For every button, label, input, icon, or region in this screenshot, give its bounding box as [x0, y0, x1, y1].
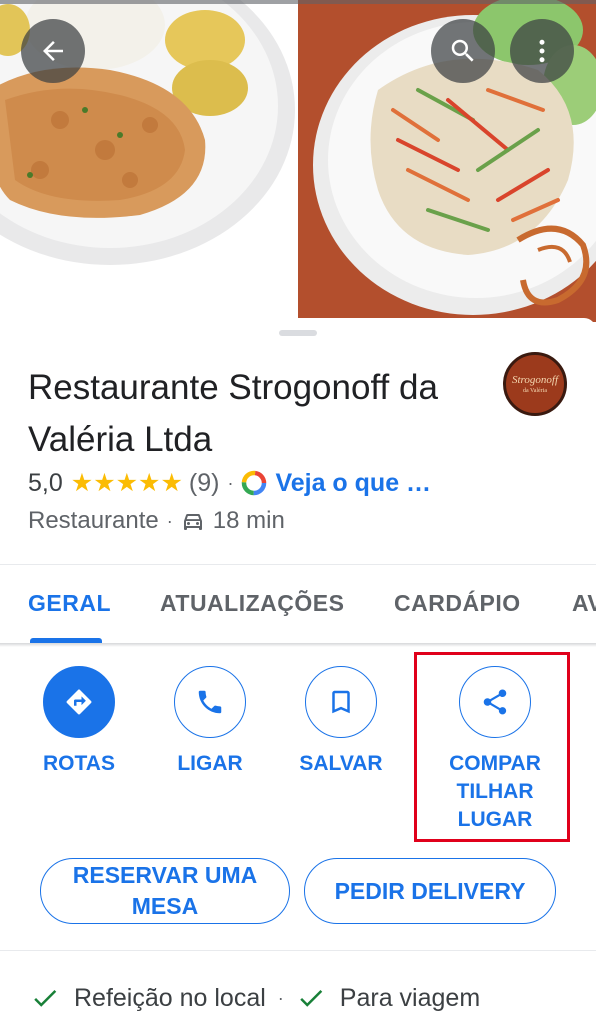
- place-title: Restaurante Strogonoff da Valéria Ltda: [28, 368, 438, 459]
- service-options: Refeição no local · Para viagem: [30, 980, 480, 1016]
- save-label: SALVAR: [299, 752, 383, 775]
- more-options-button[interactable]: [510, 19, 574, 83]
- drive-time: 18 min: [212, 507, 285, 534]
- tab-reviews[interactable]: AVALIAÇÕES: [572, 590, 596, 617]
- place-sheet: Restaurante Strogonoff da Valéria Ltda S…: [0, 318, 596, 1024]
- star-rating: ★ ★ ★ ★ ★: [70, 468, 183, 497]
- tab-updates[interactable]: ATUALIZAÇÕES: [160, 590, 344, 617]
- review-count[interactable]: (9): [189, 469, 220, 498]
- order-delivery-label: PEDIR DELIVERY: [334, 877, 526, 904]
- arrow-back-icon: [43, 41, 63, 61]
- search-button[interactable]: [431, 19, 495, 83]
- directions-circle[interactable]: [43, 666, 115, 738]
- dine-in-option: Refeição no local: [74, 983, 266, 1012]
- separator-dot: ·: [227, 472, 234, 493]
- star-icon: ★: [138, 468, 161, 497]
- check-icon: [300, 989, 323, 1007]
- bookmark-icon: [332, 690, 350, 714]
- call-label: LIGAR: [177, 752, 243, 775]
- place-category: Restaurante: [28, 507, 159, 534]
- save-circle[interactable]: [305, 666, 377, 738]
- check-icon: [34, 989, 57, 1007]
- category-row: Restaurante · 18 min: [28, 504, 285, 538]
- tab-overview[interactable]: GERAL: [28, 590, 111, 617]
- call-button[interactable]: LIGAR: [145, 666, 275, 778]
- star-icon: ★: [70, 468, 94, 497]
- takeout-option: Para viagem: [339, 983, 481, 1012]
- logo-text: Strogonoff: [511, 374, 559, 386]
- save-button[interactable]: SALVAR: [276, 666, 406, 778]
- tab-shadow: [0, 643, 596, 647]
- call-circle[interactable]: [174, 666, 246, 738]
- star-icon: ★: [160, 468, 183, 497]
- phone-icon: [198, 690, 222, 714]
- reserve-table-button[interactable]: RESERVAR UMA MESA: [40, 858, 290, 924]
- tab-bar: GERAL ATUALIZAÇÕES CARDÁPIO AVALIAÇÕES: [0, 566, 596, 644]
- separator-dot: ·: [166, 510, 173, 531]
- see-more-link[interactable]: Veja o que …: [275, 469, 431, 498]
- drag-handle[interactable]: [279, 330, 317, 336]
- divider: [0, 950, 596, 951]
- status-strip: [0, 0, 596, 4]
- logo-subtext: da Valéria: [522, 388, 548, 394]
- search-icon: [451, 39, 474, 62]
- photo-gallery[interactable]: [0, 0, 596, 322]
- highlight-annotation: [414, 652, 570, 842]
- separator-dot: ·: [277, 987, 284, 1008]
- divider: [0, 564, 596, 565]
- rating-value: 5,0: [28, 468, 63, 497]
- more-vert-icon: [539, 39, 545, 63]
- directions-button[interactable]: ROTAS: [14, 666, 144, 778]
- order-delivery-button[interactable]: PEDIR DELIVERY: [304, 858, 556, 924]
- directions-icon: [66, 689, 92, 715]
- directions-label: ROTAS: [43, 752, 115, 775]
- rating-row[interactable]: 5,0 ★ ★ ★ ★ ★ (9) · Veja o que …: [28, 466, 431, 500]
- google-icon: [242, 470, 267, 496]
- star-icon: ★: [93, 468, 116, 497]
- car-icon: [183, 514, 202, 530]
- tab-menu[interactable]: CARDÁPIO: [394, 590, 521, 617]
- place-logo[interactable]: Strogonoff da Valéria: [503, 352, 567, 416]
- back-button[interactable]: [21, 19, 85, 83]
- star-icon: ★: [115, 468, 139, 497]
- reserve-table-label: RESERVAR UMA MESA: [72, 862, 258, 919]
